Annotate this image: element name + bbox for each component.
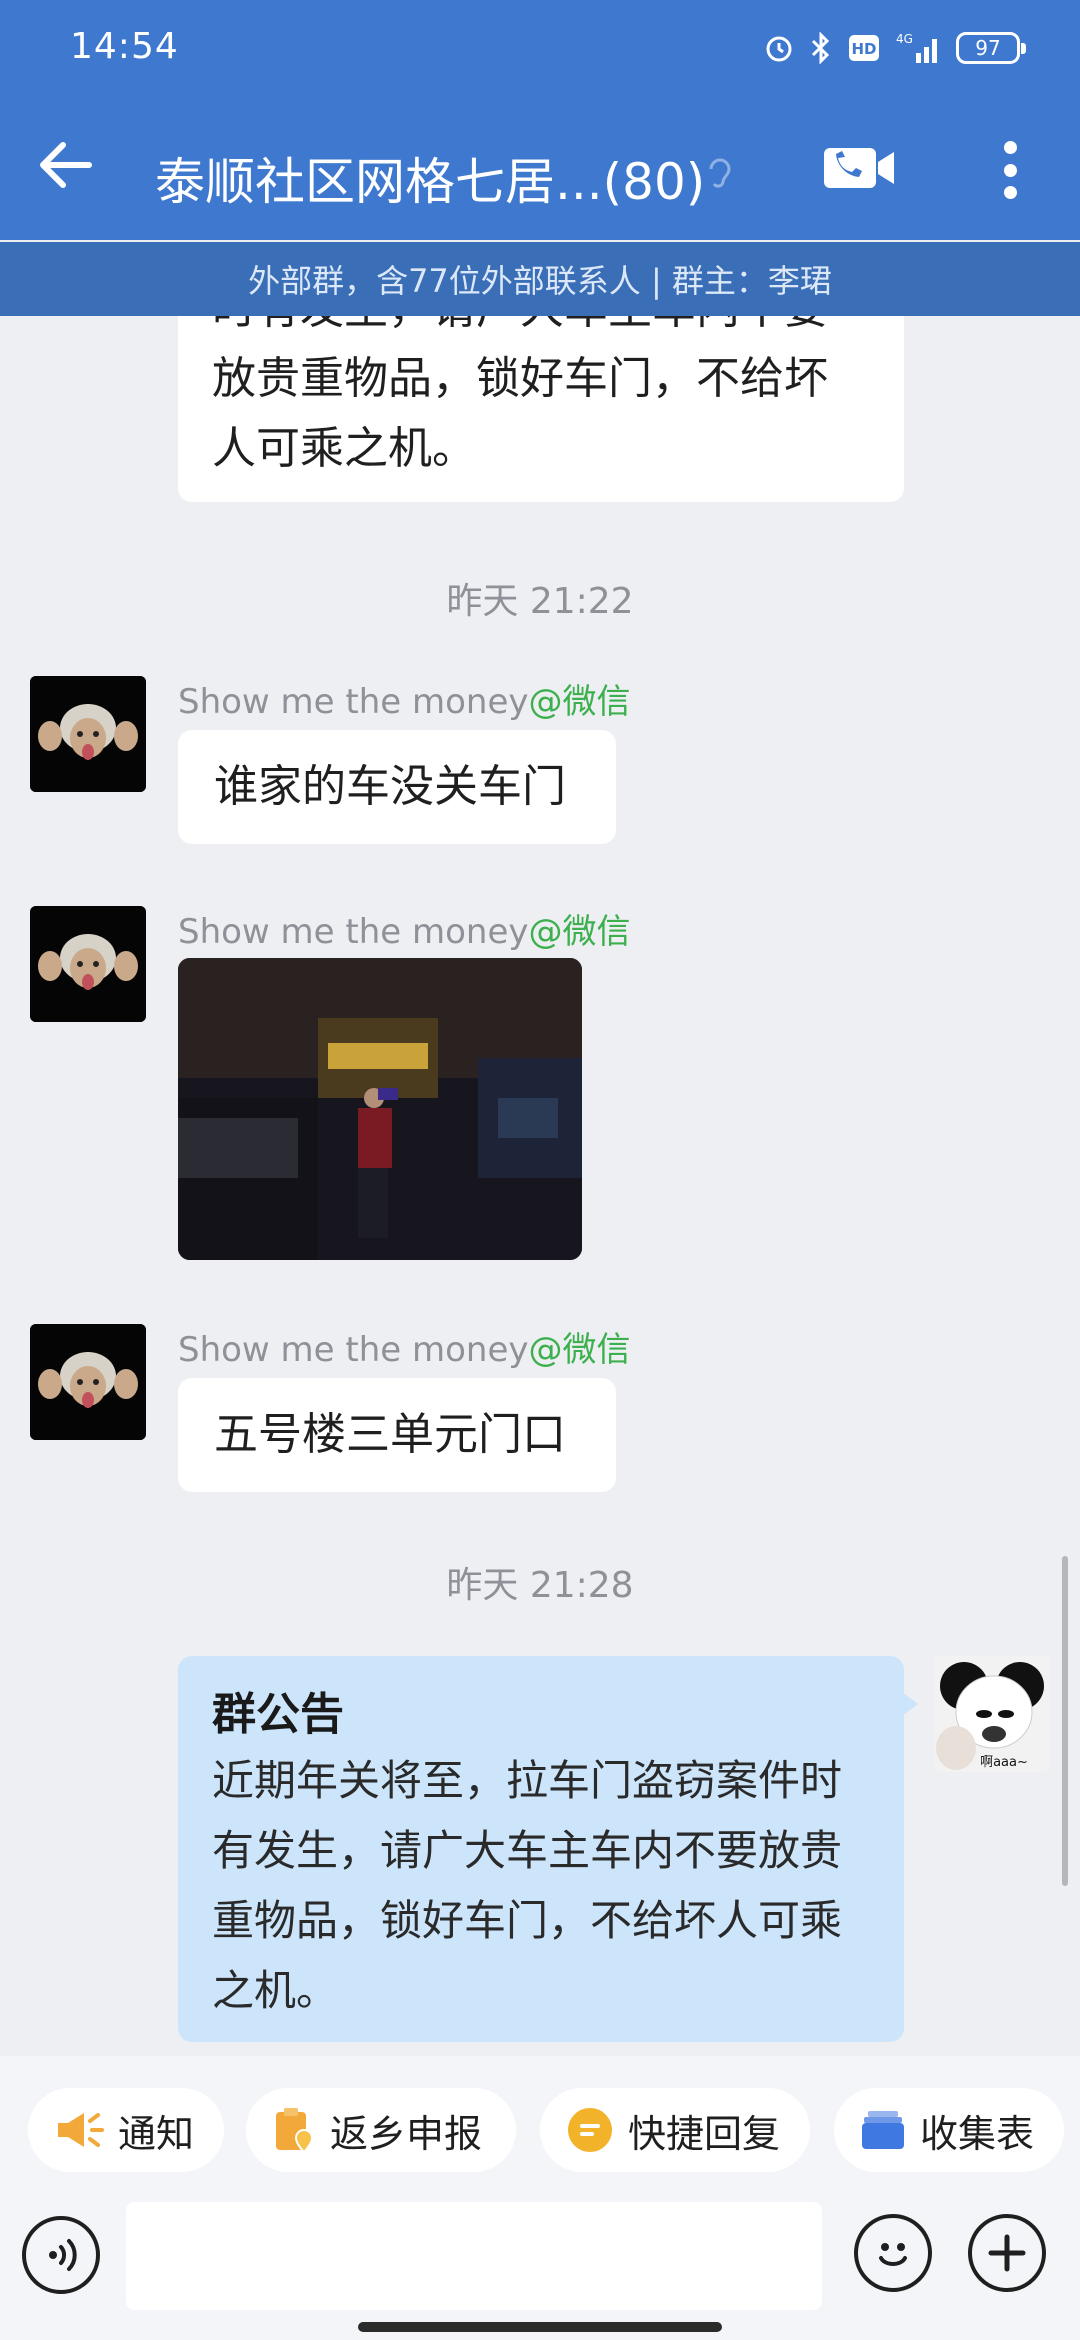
voice-icon xyxy=(49,2239,77,2271)
notify-label: 通知 xyxy=(118,2111,195,2156)
earpiece-icon xyxy=(705,155,733,195)
more-options-button[interactable] xyxy=(990,135,1030,205)
dot-icon xyxy=(1003,186,1017,199)
sender-avatar[interactable] xyxy=(30,906,146,1022)
quick-reply-button[interactable]: 快捷回复 xyxy=(540,2088,810,2172)
timestamp: 昨天 21:28 xyxy=(446,1565,634,1606)
video-call-button[interactable] xyxy=(820,138,900,198)
quick-reply-icon xyxy=(568,2108,612,2152)
bluetooth-icon xyxy=(811,32,830,64)
emoji-button[interactable] xyxy=(854,2214,932,2292)
notify-button[interactable]: 通知 xyxy=(28,2088,224,2172)
quick-reply-label: 快捷回复 xyxy=(628,2111,781,2156)
megaphone-icon xyxy=(58,2113,104,2147)
photo-message[interactable] xyxy=(178,958,582,1260)
avatar-caption: 啊aaa~ xyxy=(980,1755,1028,1770)
message-bubble[interactable]: 五号楼三单元门口 xyxy=(178,1378,616,1492)
einstein-avatar-icon xyxy=(30,1324,146,1440)
einstein-avatar-icon xyxy=(30,906,146,1022)
sender-avatar[interactable] xyxy=(30,1324,146,1440)
message-bubble[interactable]: 谁家的车没关车门 xyxy=(178,730,616,844)
timestamp: 昨天 21:22 xyxy=(446,581,634,622)
voice-input-button[interactable] xyxy=(22,2216,100,2294)
scrollbar[interactable] xyxy=(1062,1556,1068,1886)
clipboard-location-icon xyxy=(276,2108,314,2154)
sender-name-text: Show me the money xyxy=(178,682,529,722)
announcement-body: 近期年关将至，拉车门盗窃案件时有发生，请广大车主车内不要放贵重物品，锁好车门，不… xyxy=(212,1756,843,2015)
return-report-button[interactable]: 返乡申报 xyxy=(246,2088,516,2172)
sender-name: Show me the money@微信 xyxy=(178,904,631,953)
announcement-title: 群公告 xyxy=(212,1689,344,1740)
status-time: 14:54 xyxy=(70,26,179,67)
dot-icon xyxy=(1003,163,1017,177)
panda-meme-avatar-icon: 啊aaa~ xyxy=(934,1656,1050,1772)
wechat-tag: @微信 xyxy=(528,682,631,722)
collect-form-label: 收集表 xyxy=(920,2111,1035,2156)
status-icons: HD 4G 97 xyxy=(764,28,1026,68)
top-app-bar: 14:54 HD 4G 97 泰顺社区网格七居...(80) xyxy=(0,0,1080,240)
home-indicator[interactable] xyxy=(358,2322,722,2332)
dot-icon xyxy=(1003,141,1017,154)
phone-video-icon xyxy=(824,148,894,188)
announcement-bubble[interactable]: 群公告 近期年关将至，拉车门盗窃案件时有发生，请广大车主车内不要放贵重物品，锁好… xyxy=(178,1656,918,2042)
battery-indicator: 97 xyxy=(956,32,1026,64)
add-button[interactable] xyxy=(968,2214,1046,2292)
wechat-tag: @微信 xyxy=(528,1330,631,1370)
plus-icon xyxy=(988,2234,1026,2272)
collect-form-button[interactable]: 收集表 xyxy=(834,2088,1064,2172)
smiley-icon xyxy=(879,2243,907,2266)
back-button[interactable] xyxy=(30,130,100,200)
arrow-left-icon xyxy=(40,142,92,188)
wechat-tag: @微信 xyxy=(528,912,631,952)
sender-name-text: Show me the money xyxy=(178,1330,529,1370)
stacked-cards-icon xyxy=(862,2111,904,2149)
hd-icon: HD xyxy=(849,35,879,61)
svg-text:HD: HD xyxy=(851,40,876,58)
return-report-label: 返乡申报 xyxy=(330,2111,483,2156)
chat-title: 泰顺社区网格七居...(80) xyxy=(155,153,706,211)
alarm-icon xyxy=(766,36,792,62)
sender-name: Show me the money@微信 xyxy=(178,1322,631,1371)
svg-text:4G: 4G xyxy=(896,32,913,46)
message-input[interactable] xyxy=(126,2202,822,2310)
my-avatar[interactable]: 啊aaa~ xyxy=(934,1656,1050,1772)
night-street-photo xyxy=(178,958,582,1260)
group-info-bar[interactable]: 外部群，含77位外部联系人 | 群主：李珺 xyxy=(0,242,1080,316)
message-bubble-partial[interactable]: 时有发生，请广大车主车内不要放贵重物品，锁好车门，不给坏人可乘之机。 xyxy=(178,316,904,502)
sender-name: Show me the money@微信 xyxy=(178,674,631,723)
quick-action-bar: 通知 返乡申报 快捷回复 收集表 xyxy=(0,2056,1080,2202)
signal-icon: 4G xyxy=(896,32,937,63)
message-list[interactable]: 时有发生，请广大车主车内不要放贵重物品，锁好车门，不给坏人可乘之机。 昨天 21… xyxy=(0,316,1080,2056)
sender-name-text: Show me the money xyxy=(178,912,529,952)
einstein-avatar-icon xyxy=(30,676,146,792)
sender-avatar[interactable] xyxy=(30,676,146,792)
